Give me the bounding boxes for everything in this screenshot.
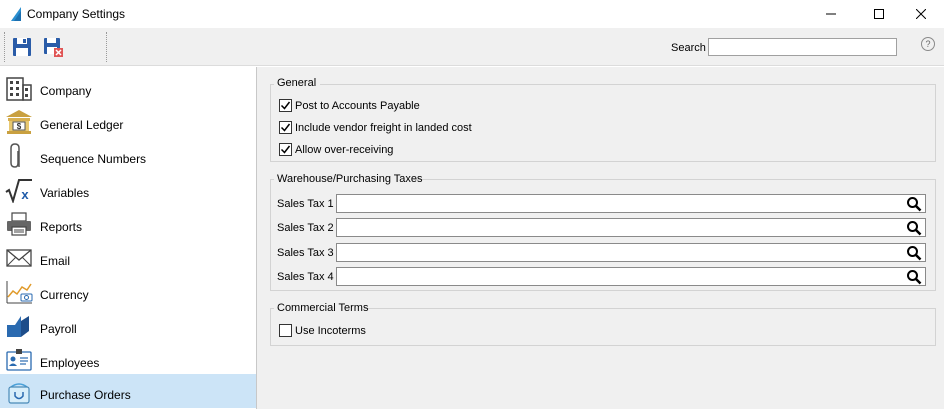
post-to-ap-checkbox[interactable] — [279, 99, 292, 112]
maximize-button[interactable] — [856, 0, 902, 28]
title-bar: Company Settings — [0, 0, 944, 28]
sidebar-item-email[interactable]: Email — [0, 240, 256, 274]
sales-tax-4-field[interactable] — [336, 267, 926, 286]
use-incoterms-label: Use Incoterms — [295, 325, 366, 337]
search-icon[interactable] — [906, 245, 922, 261]
minimize-icon — [826, 13, 836, 15]
search-label: Search — [671, 42, 706, 54]
sales-tax-1-field[interactable] — [336, 194, 926, 213]
id-card-icon — [6, 349, 32, 371]
sidebar-item-label: Payroll — [40, 322, 77, 336]
search-icon[interactable] — [906, 196, 922, 212]
post-to-ap-label: Post to Accounts Payable — [295, 100, 420, 112]
sidebar-item-label: Variables — [40, 186, 90, 200]
checkmark-icon — [280, 123, 291, 132]
sidebar-item-label: General Ledger — [40, 118, 124, 132]
sidebar-item-label: Company — [40, 84, 92, 98]
sales-tax-2-field[interactable] — [336, 218, 926, 237]
sidebar-item-general-ledger[interactable]: $ General Ledger — [0, 104, 256, 138]
search-icon[interactable] — [906, 269, 922, 285]
sidebar-item-variables[interactable]: x Variables — [0, 172, 256, 206]
minimize-button[interactable] — [808, 0, 854, 28]
allow-over-receiving-checkbox[interactable] — [279, 143, 292, 156]
sidebar-item-label: Email — [40, 254, 71, 268]
purchase-bag-icon — [8, 383, 30, 404]
paperclip-icon — [10, 143, 20, 168]
sidebar-item-employees[interactable]: Employees — [0, 342, 256, 376]
save-icon — [13, 38, 31, 56]
sidebar-item-company[interactable]: Company — [0, 70, 256, 104]
checkmark-icon — [280, 101, 291, 110]
bank-icon: $ — [6, 110, 32, 134]
sidebar-item-currency[interactable]: Currency — [0, 274, 256, 308]
sidebar-item-label: Purchase Orders — [40, 388, 131, 402]
sales-tax-3-label: Sales Tax 3 — [277, 247, 334, 259]
checkmark-icon — [280, 145, 291, 154]
sidebar-item-label: Reports — [40, 220, 83, 234]
settings-main-panel: General Post to Accounts Payable Include… — [257, 67, 944, 409]
search-input[interactable] — [708, 38, 897, 56]
save-button[interactable] — [11, 36, 33, 58]
sidebar-item-label: Sequence Numbers — [40, 152, 147, 166]
sidebar-item-purchase-orders[interactable]: Purchase Orders — [0, 374, 256, 408]
help-icon[interactable]: ? — [921, 37, 935, 51]
app-logo-icon — [11, 7, 21, 21]
envelope-icon — [6, 249, 32, 267]
svg-text:x: x — [21, 187, 29, 202]
include-vendor-freight-label: Include vendor freight in landed cost — [295, 122, 472, 134]
payroll-icon — [7, 316, 29, 337]
toolbar-grip[interactable] — [4, 32, 6, 62]
allow-over-receiving-label: Allow over-receiving — [295, 144, 394, 156]
currency-chart-icon — [6, 281, 33, 304]
close-icon — [916, 9, 926, 19]
group-title-general-text: General — [277, 77, 317, 89]
sales-tax-1-label: Sales Tax 1 — [277, 198, 334, 210]
save-and-close-button[interactable] — [42, 36, 64, 58]
save-close-icon — [44, 38, 63, 57]
sales-tax-2-label: Sales Tax 2 — [277, 222, 334, 234]
sales-tax-4-label: Sales Tax 4 — [277, 271, 334, 283]
close-button[interactable] — [898, 0, 944, 28]
printer-icon — [7, 212, 31, 236]
group-title-taxes: Warehouse/Purchasing Taxes — [277, 173, 423, 185]
group-title-commercial-terms: Commercial Terms — [277, 302, 369, 314]
search-icon[interactable] — [906, 220, 922, 236]
sidebar-item-sequence-numbers[interactable]: Sequence Numbers — [0, 138, 256, 172]
sqrt-x-icon: x — [5, 179, 32, 203]
toolbar: Search ? — [0, 28, 944, 66]
sidebar-item-payroll[interactable]: Payroll — [0, 308, 256, 342]
building-icon — [6, 77, 32, 101]
sidebar-item-reports[interactable]: Reports — [0, 206, 256, 240]
commercial-terms-group — [270, 308, 936, 346]
include-vendor-freight-checkbox[interactable] — [279, 121, 292, 134]
settings-sidebar: Company $ General Ledger Sequence Number… — [0, 67, 257, 409]
window-title: Company Settings — [27, 7, 126, 21]
sales-tax-3-field[interactable] — [336, 243, 926, 262]
toolbar-separator — [106, 32, 108, 62]
maximize-icon — [874, 9, 884, 19]
sidebar-item-label: Employees — [40, 356, 100, 370]
sidebar-item-label: Currency — [40, 288, 89, 302]
use-incoterms-checkbox[interactable] — [279, 324, 292, 337]
svg-text:$: $ — [17, 122, 22, 131]
